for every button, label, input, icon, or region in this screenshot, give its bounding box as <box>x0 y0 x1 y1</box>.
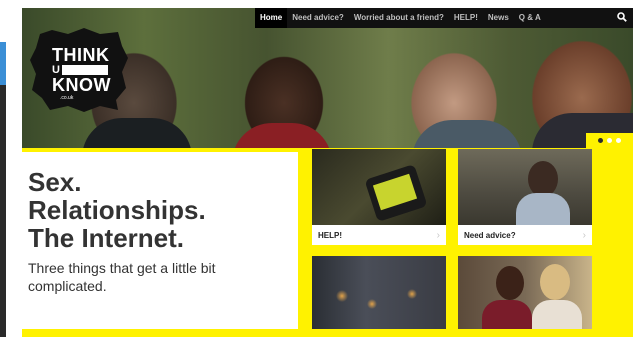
tile-advice-label: Need advice? <box>464 230 516 240</box>
headline-line-3: The Internet. <box>28 223 185 253</box>
tile-bottom-left[interactable] <box>312 256 446 329</box>
nav-qa[interactable]: Q & A <box>514 8 546 28</box>
nav-home[interactable]: Home <box>255 8 288 28</box>
tile-advice-label-bar: Need advice? › <box>458 225 592 245</box>
tile-help[interactable]: HELP! › <box>312 149 446 245</box>
logo-text-think: THINK <box>52 45 110 65</box>
nav-worried-about-friend[interactable]: Worried about a friend? <box>349 8 449 28</box>
nav-news[interactable]: News <box>483 8 514 28</box>
chevron-right-icon: › <box>582 229 586 241</box>
tile-help-label: HELP! <box>318 230 342 240</box>
logo-bar <box>62 65 108 75</box>
logo-text-know: KNOW <box>52 75 111 95</box>
carousel-dots <box>586 133 633 148</box>
intro-subtext: Three things that get a little bit compl… <box>28 260 216 294</box>
browser-edge-dark <box>0 85 6 337</box>
carousel-dot-1[interactable] <box>598 138 603 143</box>
advice-person-head <box>528 161 558 197</box>
nav-need-advice[interactable]: Need advice? <box>287 8 349 28</box>
bokeh-lights <box>312 276 446 316</box>
tile-need-advice[interactable]: Need advice? › <box>458 149 592 245</box>
browser-edge-blue <box>0 42 6 86</box>
page-headline: Sex. Relationships. The Internet. <box>28 168 298 252</box>
headline-line-2: Relationships. <box>28 195 206 225</box>
tile-bottom-right[interactable] <box>458 256 592 329</box>
nav-help[interactable]: HELP! <box>449 8 483 28</box>
logo-text-domain: .co.uk <box>60 95 74 101</box>
carousel-dot-3[interactable] <box>616 138 621 143</box>
girl-1-head <box>496 266 524 300</box>
top-nav: Home Need advice? Worried about a friend… <box>255 8 633 28</box>
carousel-dot-2[interactable] <box>607 138 612 143</box>
girl-1-body <box>482 300 532 329</box>
tile-help-label-bar: HELP! › <box>312 225 446 245</box>
headline-line-1: Sex. <box>28 167 82 197</box>
site-logo[interactable]: THINK U KNOW .co.uk <box>30 28 128 112</box>
chevron-right-icon: › <box>436 229 440 241</box>
girl-2-head <box>540 264 570 300</box>
advice-person-body <box>516 193 570 225</box>
girl-2-body <box>532 300 582 329</box>
search-icon[interactable] <box>611 11 633 25</box>
